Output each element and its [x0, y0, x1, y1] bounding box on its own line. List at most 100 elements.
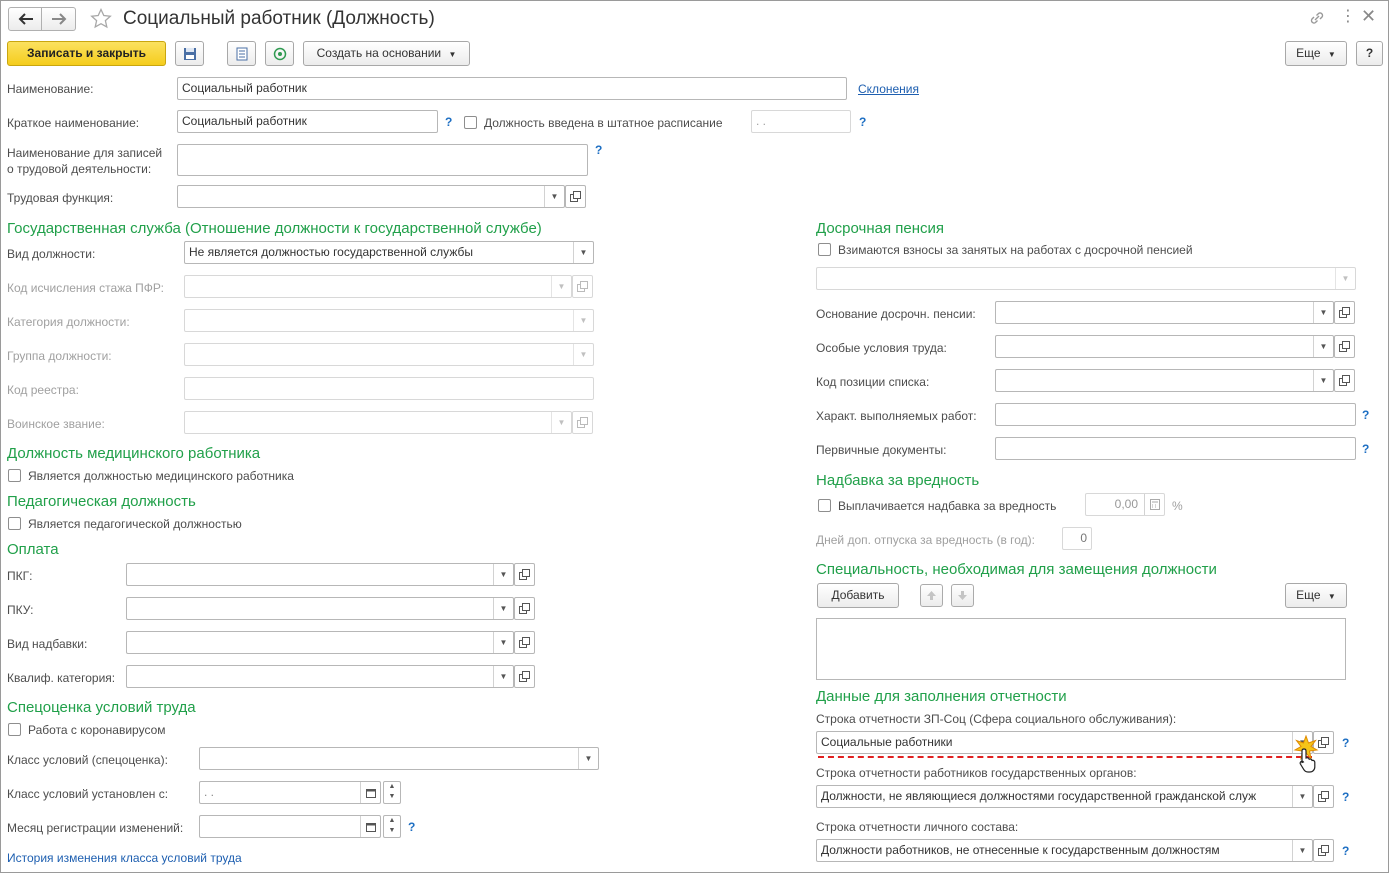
link-icon[interactable] — [1309, 10, 1325, 26]
structure-button[interactable] — [265, 41, 294, 66]
spinner-down-icon[interactable]: ▼ — [384, 792, 400, 802]
specialty-more-button[interactable]: Еще ▼ — [1285, 583, 1347, 608]
open-button[interactable] — [1334, 335, 1355, 358]
chevron-down-icon[interactable]: ▼ — [544, 186, 564, 207]
close-icon[interactable]: ✕ — [1361, 6, 1376, 26]
hazard-checkbox[interactable] — [818, 499, 831, 512]
chevron-down-icon[interactable]: ▼ — [1292, 786, 1312, 807]
help-icon[interactable]: ? — [1342, 790, 1349, 804]
report-button[interactable] — [227, 41, 256, 66]
labor-records-field[interactable] — [177, 144, 588, 176]
month-spinner[interactable]: ▲ ▼ — [383, 815, 401, 838]
open-button[interactable] — [572, 411, 593, 434]
help-icon[interactable]: ? — [595, 143, 602, 157]
chevron-down-icon[interactable]: ▼ — [493, 564, 513, 585]
position-kind-field[interactable]: Не является должностью государственной с… — [184, 241, 594, 264]
name-field[interactable]: Социальный работник — [177, 77, 847, 100]
help-icon[interactable]: ? — [1342, 844, 1349, 858]
labor-function-field[interactable]: ▼ — [177, 185, 565, 208]
zp-soc-field[interactable]: Социальные работники▼ — [816, 731, 1313, 754]
covid-checkbox[interactable] — [8, 723, 21, 736]
bonus-kind-field[interactable]: ▼ — [126, 631, 514, 654]
open-button[interactable] — [572, 275, 593, 298]
help-icon[interactable]: ? — [1362, 408, 1369, 422]
pkg-field[interactable]: ▼ — [126, 563, 514, 586]
early-pension-checkbox[interactable] — [818, 243, 831, 256]
chevron-down-icon[interactable]: ▼ — [493, 666, 513, 687]
save-button[interactable] — [175, 41, 204, 66]
open-button[interactable] — [514, 665, 535, 688]
help-icon[interactable]: ? — [445, 115, 452, 129]
spinner-up-icon[interactable]: ▲ — [384, 816, 400, 826]
menu-dots-icon[interactable]: ⋮ — [1340, 7, 1356, 27]
open-button[interactable] — [1313, 839, 1334, 862]
open-button[interactable] — [1334, 301, 1355, 324]
chevron-down-icon[interactable]: ▼ — [1292, 840, 1312, 861]
move-down-button[interactable] — [951, 584, 974, 607]
work-character-field[interactable] — [995, 403, 1356, 426]
pension-basis-field[interactable]: ▼ — [995, 301, 1334, 324]
declension-link[interactable]: Склонения — [858, 82, 919, 96]
personnel-field[interactable]: Должности работников, не отнесенные к го… — [816, 839, 1313, 862]
move-up-button[interactable] — [920, 584, 943, 607]
save-and-close-button[interactable]: Записать и закрыть — [7, 41, 166, 66]
help-icon[interactable]: ? — [859, 115, 866, 129]
create-based-on-button[interactable]: Создать на основании ▼ — [303, 41, 470, 66]
registry-code-field[interactable] — [184, 377, 594, 400]
calendar-icon[interactable] — [360, 782, 380, 803]
calendar-icon[interactable] — [360, 816, 380, 837]
add-button[interactable]: Добавить — [817, 583, 899, 608]
chevron-down-icon[interactable]: ▼ — [493, 632, 513, 653]
open-button[interactable] — [514, 563, 535, 586]
chevron-down-icon[interactable]: ▼ — [578, 748, 598, 769]
chevron-down-icon[interactable]: ▼ — [1313, 336, 1333, 357]
chevron-down-icon[interactable]: ▼ — [1313, 302, 1333, 323]
favorite-star-icon[interactable] — [90, 8, 112, 30]
category-field[interactable]: ▼ — [184, 309, 594, 332]
early-pension-list-field[interactable]: ▼ — [816, 267, 1356, 290]
short-name-field[interactable]: Социальный работник — [177, 110, 438, 133]
open-button[interactable] — [1313, 785, 1334, 808]
chevron-down-icon[interactable]: ▼ — [1313, 370, 1333, 391]
hazard-amount-field[interactable]: 0,00 — [1085, 493, 1165, 516]
special-conditions-field[interactable]: ▼ — [995, 335, 1334, 358]
help-icon[interactable]: ? — [1362, 442, 1369, 456]
chevron-down-icon[interactable]: ▼ — [573, 242, 593, 263]
class-set-date-field[interactable]: . . — [199, 781, 381, 804]
percent-sign: % — [1172, 499, 1183, 513]
open-button[interactable] — [1334, 369, 1355, 392]
chevron-down-icon[interactable]: ▼ — [493, 598, 513, 619]
history-link[interactable]: История изменения класса условий труда — [7, 851, 242, 865]
list-position-field[interactable]: ▼ — [995, 369, 1334, 392]
help-icon[interactable]: ? — [1342, 736, 1349, 750]
open-button[interactable] — [514, 597, 535, 620]
back-button[interactable] — [8, 7, 42, 31]
open-button[interactable] — [514, 631, 535, 654]
highlight-underline — [818, 756, 1312, 758]
pedagogical-checkbox[interactable] — [8, 517, 21, 530]
conditions-class-field[interactable]: ▼ — [199, 747, 599, 770]
month-registration-field[interactable] — [199, 815, 381, 838]
primary-docs-field[interactable] — [995, 437, 1356, 460]
extra-vacation-field[interactable]: 0 — [1062, 527, 1092, 550]
date-spinner[interactable]: ▲ ▼ — [383, 781, 401, 804]
forward-button[interactable] — [42, 7, 76, 31]
help-icon[interactable]: ? — [408, 820, 415, 834]
spinner-down-icon[interactable]: ▼ — [384, 826, 400, 836]
staff-checkbox[interactable] — [464, 116, 477, 129]
spinner-up-icon[interactable]: ▲ — [384, 782, 400, 792]
help-button[interactable]: ? — [1356, 41, 1383, 66]
medical-checkbox[interactable] — [8, 469, 21, 482]
pku-field[interactable]: ▼ — [126, 597, 514, 620]
open-button[interactable] — [565, 185, 586, 208]
qualification-field[interactable]: ▼ — [126, 665, 514, 688]
group-field[interactable]: ▼ — [184, 343, 594, 366]
gov-bodies-field[interactable]: Должности, не являющиеся должностями гос… — [816, 785, 1313, 808]
specialty-more-label: Еще — [1296, 588, 1321, 602]
specialty-table[interactable] — [816, 618, 1346, 680]
staff-date-field[interactable]: . . — [751, 110, 851, 133]
military-rank-field[interactable]: ▼ — [184, 411, 572, 434]
more-button[interactable]: Еще ▼ — [1285, 41, 1347, 66]
calculator-icon[interactable] — [1144, 494, 1164, 515]
pfr-code-field[interactable]: ▼ — [184, 275, 572, 298]
